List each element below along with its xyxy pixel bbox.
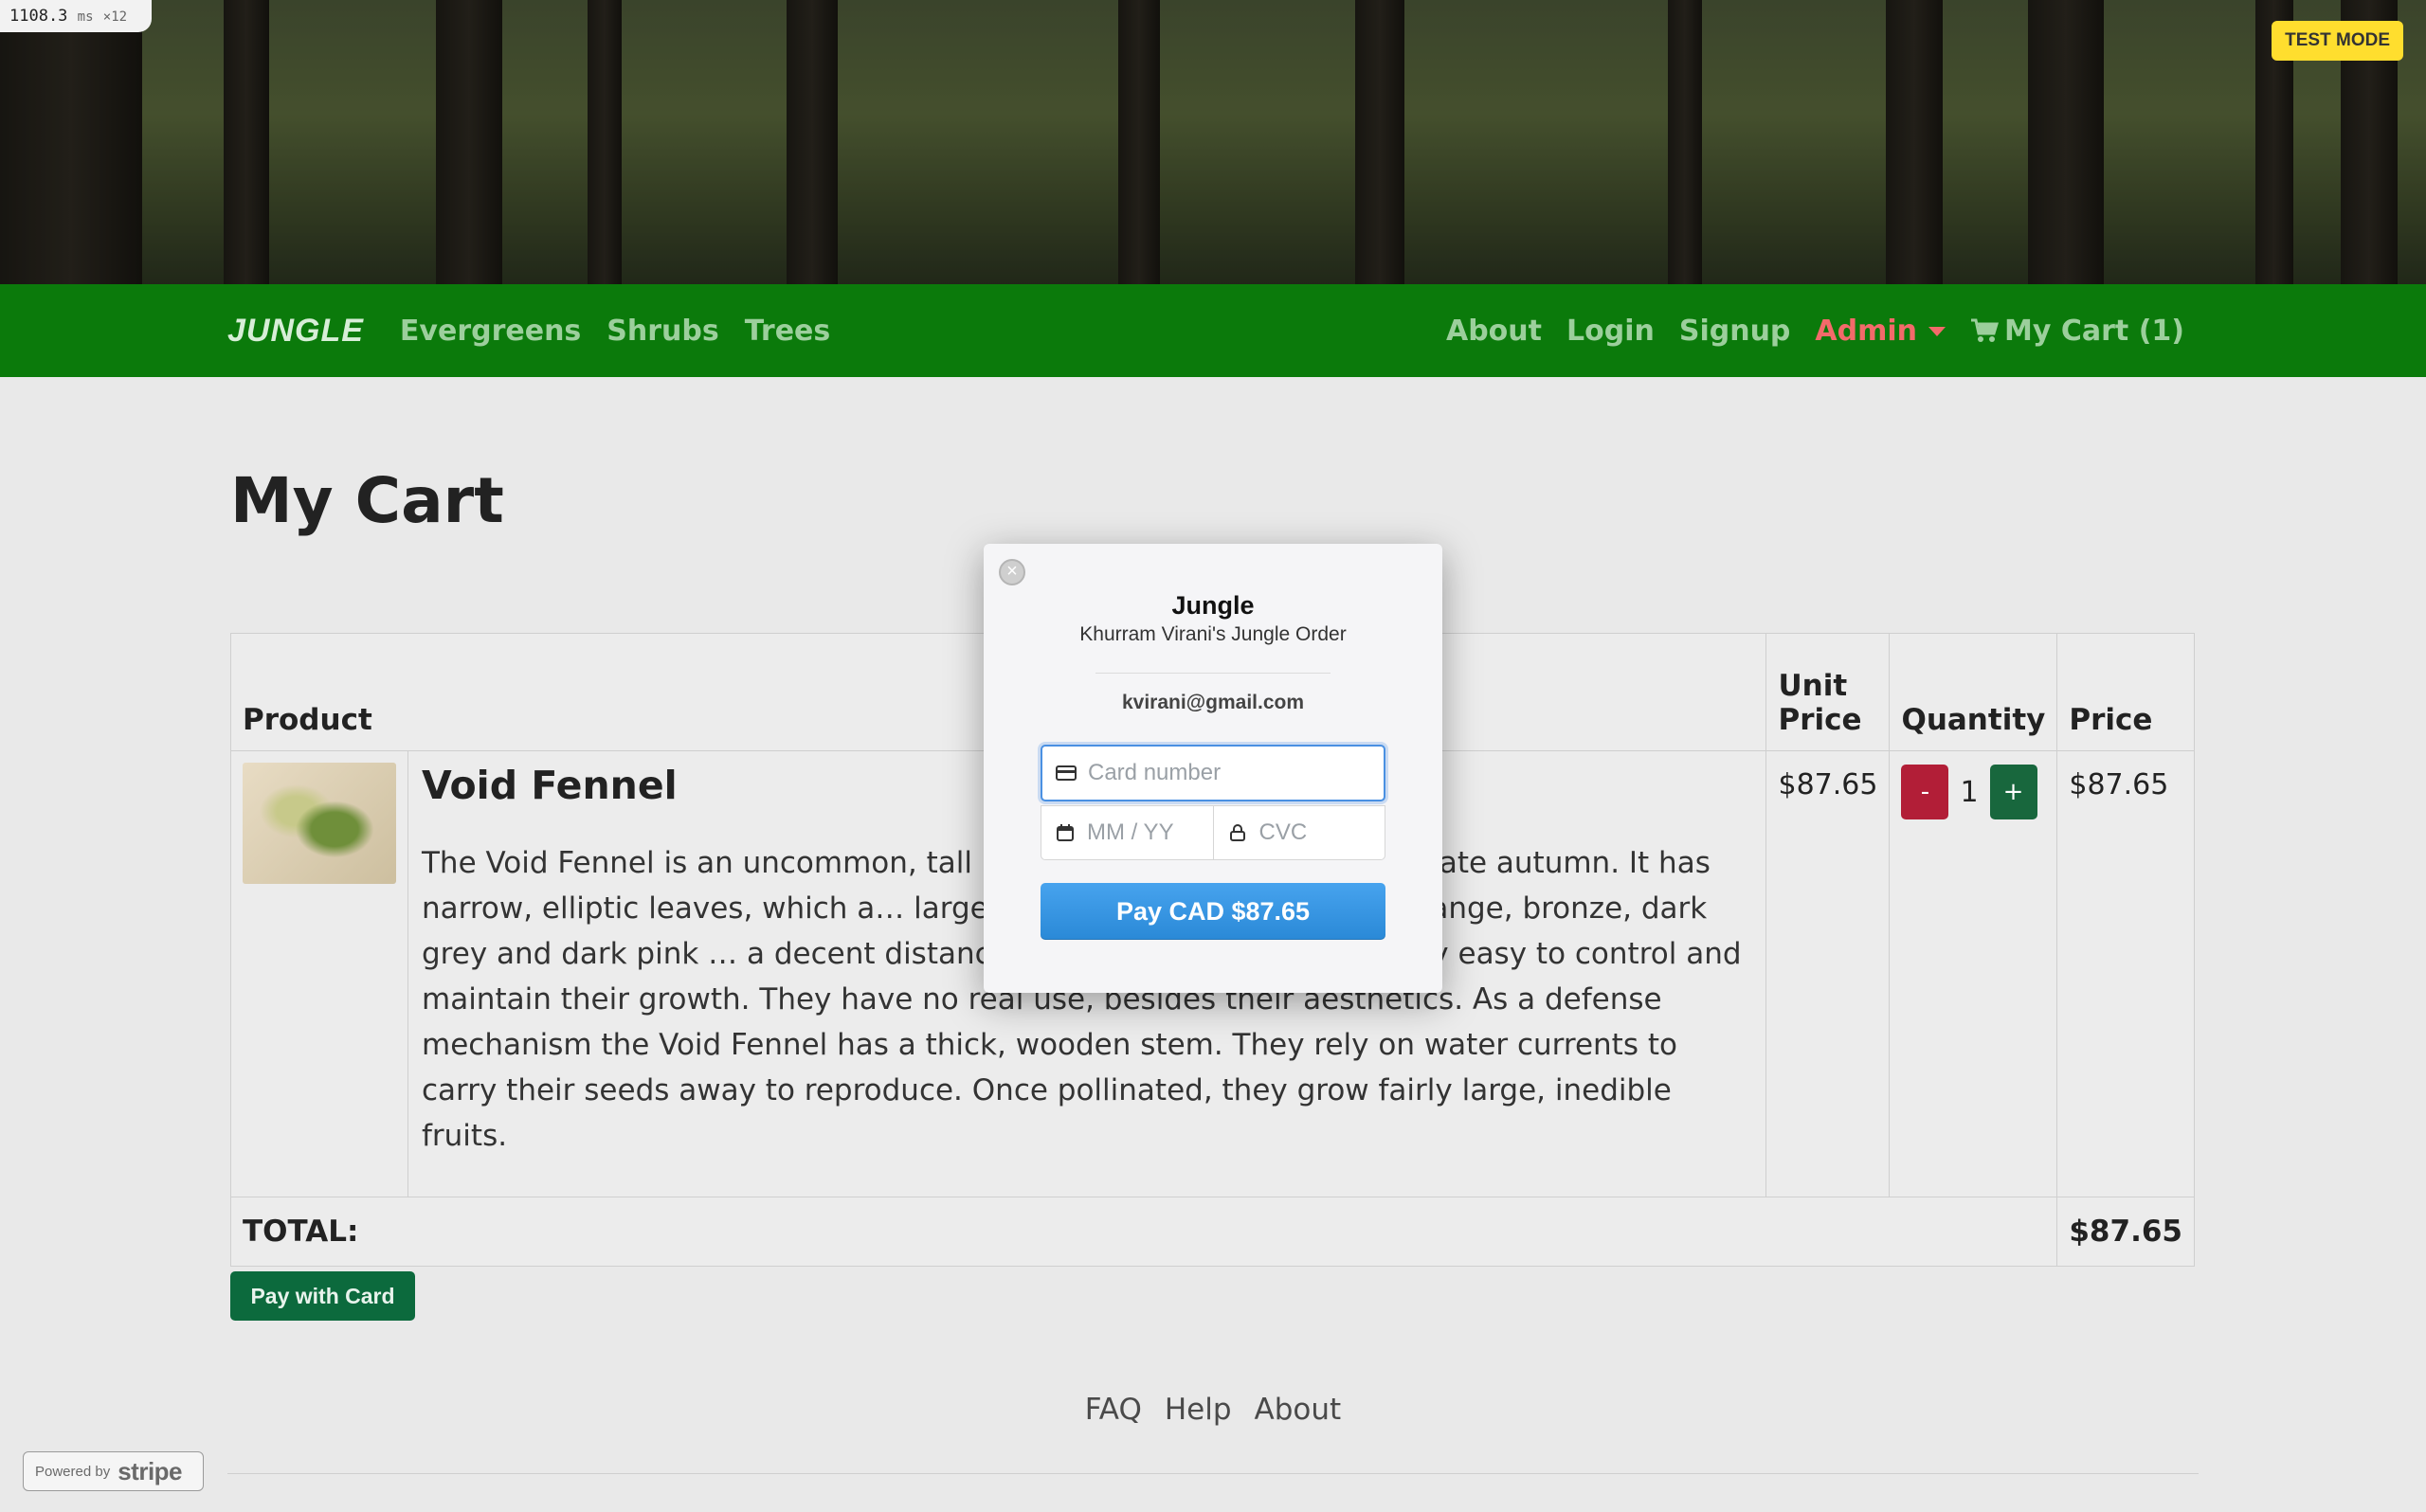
card-number-placeholder: Card number (1088, 760, 1222, 785)
checkout-modal: × Jungle Khurram Virani's Jungle Order k… (984, 544, 1442, 993)
lock-icon (1227, 822, 1248, 843)
cvc-placeholder: CVC (1258, 819, 1308, 845)
modal-divider (1095, 673, 1331, 674)
expiry-placeholder: MM / YY (1087, 819, 1174, 845)
calendar-icon (1055, 822, 1076, 843)
card-icon (1056, 763, 1077, 783)
expiry-field[interactable]: MM / YY (1041, 806, 1213, 859)
close-icon[interactable]: × (999, 559, 1025, 585)
modal-title: Jungle (1171, 591, 1255, 620)
modal-email[interactable]: kvirani@gmail.com (984, 692, 1442, 714)
card-number-field[interactable]: Card number (1041, 745, 1385, 801)
cvc-field[interactable]: CVC (1212, 806, 1385, 859)
modal-subtitle: Khurram Virani's Jungle Order (1079, 623, 1347, 645)
expiry-cvc-row: MM / YY CVC (1041, 805, 1385, 860)
pay-button[interactable]: Pay CAD $87.65 (1041, 883, 1385, 940)
